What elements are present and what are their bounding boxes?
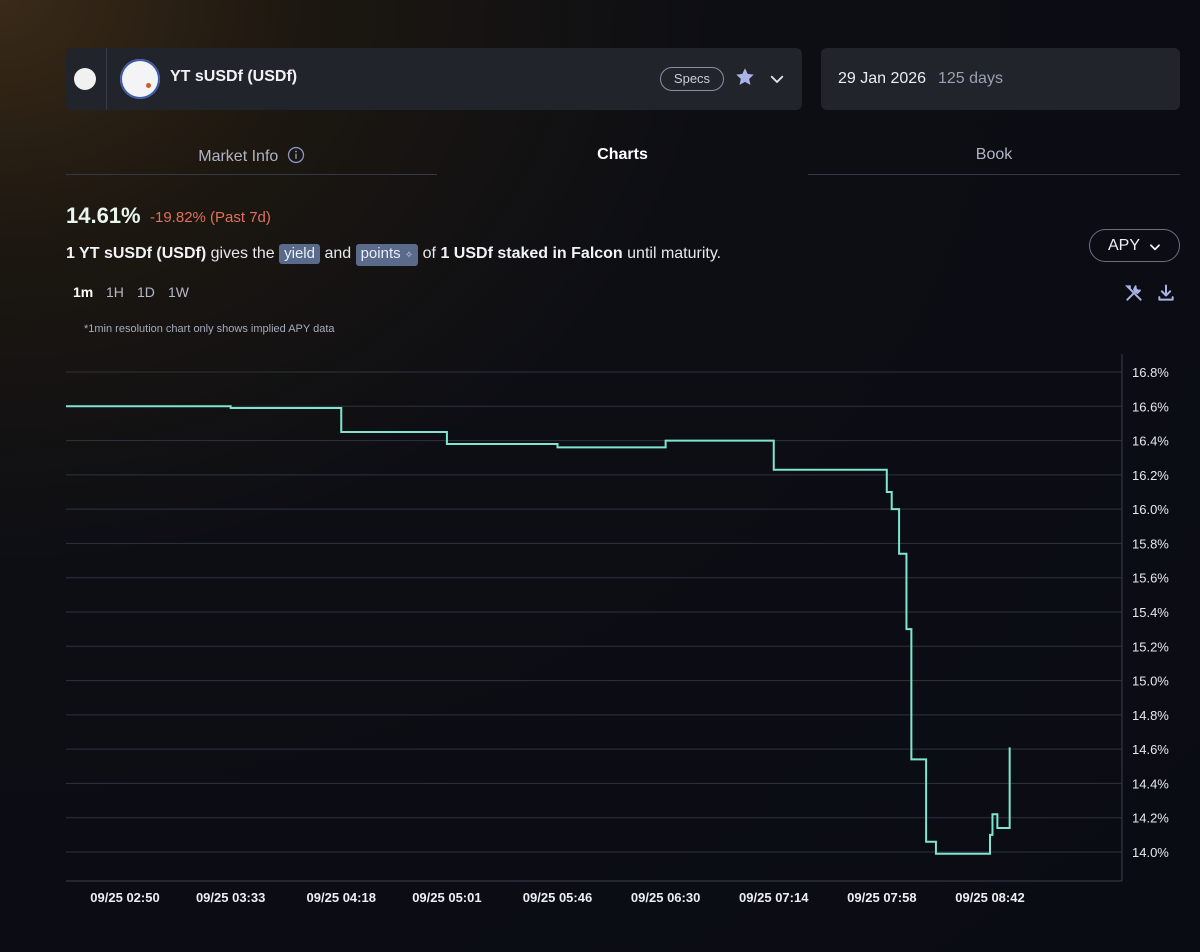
x-tick-label: 09/25 03:33	[196, 890, 265, 905]
download-icon[interactable]	[1156, 283, 1176, 303]
y-tick-label: 15.2%	[1132, 639, 1169, 654]
tab-label: Charts	[597, 146, 648, 163]
resolution-1h[interactable]: 1H	[106, 284, 124, 300]
desc-text: and	[324, 245, 352, 262]
description: 1 YT sUSDf (USDf) gives the yield and po…	[66, 244, 721, 266]
x-tick-label: 09/25 04:18	[307, 890, 376, 905]
y-tick-label: 16.4%	[1132, 434, 1169, 449]
tools-icon[interactable]	[1124, 283, 1144, 303]
tab-book[interactable]: Book	[808, 146, 1180, 174]
y-tick-label: 14.2%	[1132, 811, 1169, 826]
apy-line	[66, 405, 1011, 855]
y-tick-label: 16.0%	[1132, 502, 1169, 517]
x-tick-label: 09/25 07:58	[847, 890, 916, 905]
y-tick-label: 15.8%	[1132, 536, 1169, 551]
resolution-1d[interactable]: 1D	[137, 284, 155, 300]
specs-button[interactable]: Specs	[660, 67, 724, 91]
x-tick-label: 09/25 02:50	[90, 890, 159, 905]
x-tick-label: 09/25 06:30	[631, 890, 700, 905]
x-tick-label: 09/25 08:42	[955, 890, 1024, 905]
desc-text: of	[422, 245, 436, 262]
days-to-maturity: 125 days	[938, 70, 1003, 87]
resolution-1w[interactable]: 1W	[168, 284, 189, 300]
apy-change: -19.82% (Past 7d)	[150, 209, 271, 226]
desc-text: until maturity.	[627, 245, 722, 262]
resolution-1m[interactable]: 1m	[73, 284, 93, 300]
tab-underline	[808, 174, 1180, 175]
y-tick-label: 14.0%	[1132, 845, 1169, 860]
metric-select[interactable]: APY	[1089, 229, 1180, 262]
divider	[106, 48, 107, 110]
info-icon	[287, 146, 304, 164]
desc-text: gives the	[210, 245, 275, 262]
y-tick-label: 16.2%	[1132, 468, 1169, 483]
points-label: points	[360, 245, 401, 262]
market-name: YT sUSDf (USDf)	[170, 68, 298, 85]
y-tick-label: 14.4%	[1132, 776, 1169, 791]
y-tick-label: 15.6%	[1132, 571, 1169, 586]
sparkle-icon: ✧	[404, 250, 414, 261]
maturity-date: 29 Jan 2026	[838, 70, 927, 87]
y-tick-label: 16.8%	[1132, 365, 1169, 380]
y-tick-label: 15.4%	[1132, 605, 1169, 620]
resolution-note: *1min resolution chart only shows implie…	[84, 323, 335, 335]
chevron-down-icon[interactable]	[768, 70, 786, 88]
tab-charts[interactable]: Charts	[437, 146, 808, 174]
tab-label: Book	[975, 146, 1013, 163]
desc-underlying: 1 USDf staked in Falcon	[440, 245, 623, 262]
x-tick-label: 09/25 07:14	[739, 890, 809, 905]
x-tick-label: 09/25 05:01	[412, 890, 481, 905]
apy-chart[interactable]: 16.8% 16.6% 16.4% 16.2% 16.0% 15.8% 15.6% 15.4%…	[0, 350, 1200, 910]
y-tick-label: 15.0%	[1132, 674, 1169, 689]
desc-asset: 1 YT sUSDf (USDf)	[66, 245, 207, 262]
x-tick-label: 09/25 05:46	[523, 890, 592, 905]
current-apy: 14.61%	[66, 203, 141, 228]
token-avatar	[120, 59, 160, 99]
points-chip[interactable]: points ✧	[355, 244, 419, 266]
yield-chip[interactable]: yield	[279, 244, 320, 264]
y-tick-label: 14.6%	[1132, 742, 1169, 757]
star-icon[interactable]	[734, 66, 756, 88]
chevron-down-icon	[1150, 244, 1160, 251]
maturity-panel: 29 Jan 2026 125 days	[821, 48, 1180, 110]
metric-select-value: APY	[1108, 237, 1141, 254]
y-tick-label: 16.6%	[1132, 399, 1169, 414]
toggle-button[interactable]	[74, 68, 96, 90]
market-selector-bar[interactable]: YT sUSDf (USDf) Specs	[66, 48, 802, 110]
tab-market-info[interactable]: Market Info	[66, 146, 437, 174]
tab-label: Market Info	[198, 148, 279, 165]
y-tick-label: 14.8%	[1132, 708, 1169, 723]
tab-underline	[66, 174, 437, 175]
